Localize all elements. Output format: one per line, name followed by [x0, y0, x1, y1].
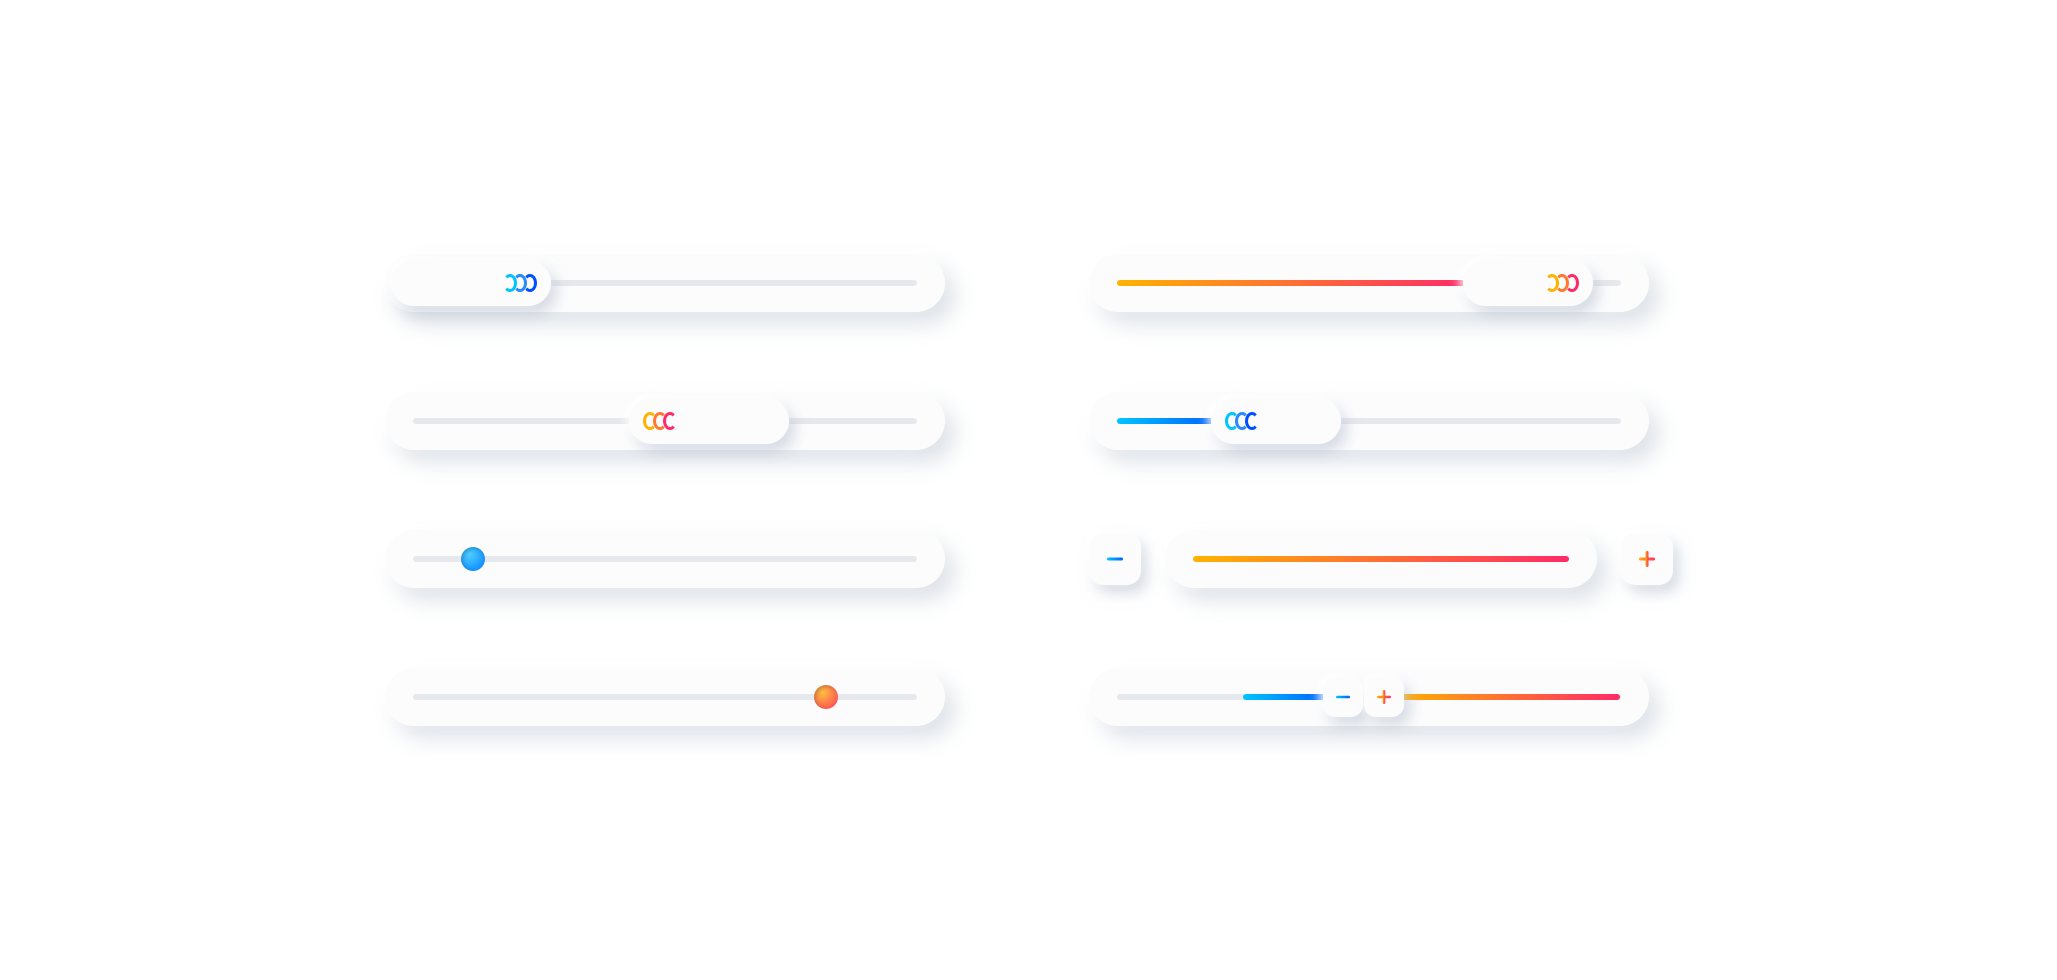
progress-fill — [1193, 556, 1569, 562]
chevrons-right-icon — [523, 274, 537, 292]
chevrons-right-icon — [1565, 274, 1579, 292]
progress-fill — [1117, 280, 1470, 286]
slider-thumb[interactable] — [1211, 398, 1341, 444]
progress-fill-left — [1243, 694, 1329, 700]
slider-thumb[interactable] — [1463, 260, 1593, 306]
increment-button[interactable] — [1621, 533, 1673, 585]
decrement-button[interactable] — [1089, 533, 1141, 585]
slider-l4[interactable] — [385, 668, 945, 726]
plus-icon — [1636, 548, 1658, 570]
slider-l1[interactable] — [385, 254, 945, 312]
decrement-button[interactable] — [1323, 677, 1363, 717]
slider-r4[interactable] — [1089, 668, 1649, 726]
minus-icon — [1104, 548, 1126, 570]
progress-fill — [1117, 418, 1218, 424]
chevrons-left-icon — [663, 412, 677, 430]
slider-thumb[interactable] — [814, 685, 838, 709]
slider-l3[interactable] — [385, 530, 945, 588]
slider-r3[interactable] — [1165, 530, 1597, 588]
progress-fill-right — [1394, 694, 1621, 700]
slider-r1[interactable] — [1089, 254, 1649, 312]
slider-thumb[interactable] — [391, 260, 551, 306]
slider-thumb[interactable] — [461, 547, 485, 571]
chevrons-left-icon — [1245, 412, 1259, 430]
minus-icon — [1334, 688, 1352, 706]
slider-r2[interactable] — [1089, 392, 1649, 450]
slider-thumb[interactable] — [629, 398, 789, 444]
increment-button[interactable] — [1364, 677, 1404, 717]
slider-l2[interactable] — [385, 392, 945, 450]
slider-kit — [265, 194, 1793, 786]
plus-icon — [1375, 688, 1393, 706]
